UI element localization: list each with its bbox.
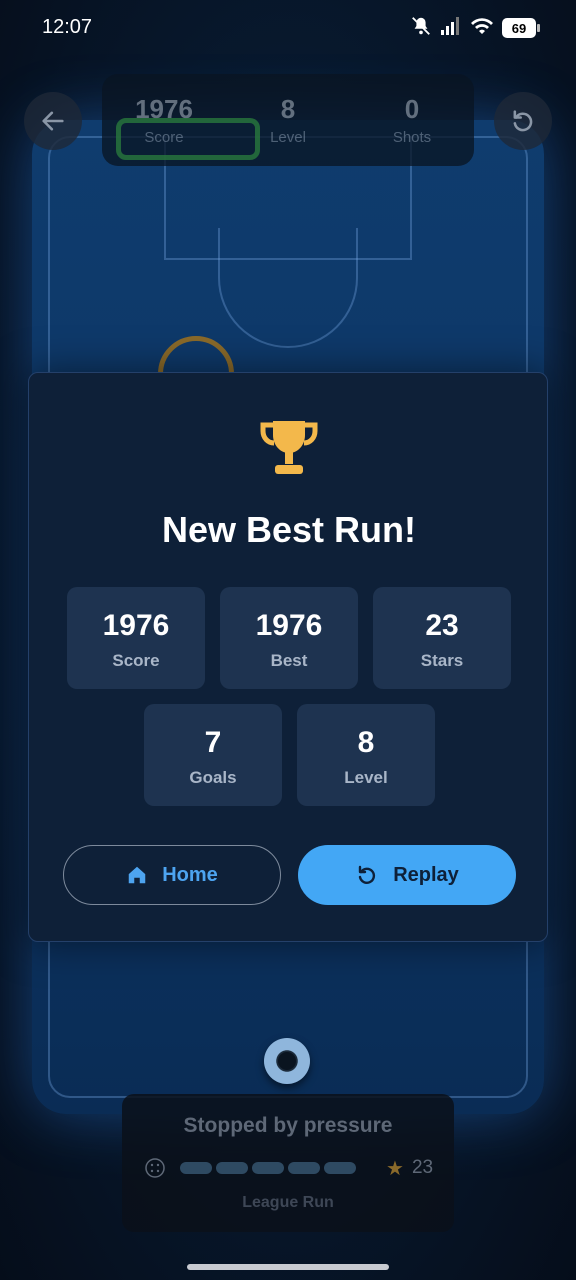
restart-icon bbox=[513, 110, 533, 132]
signal-icon bbox=[440, 16, 462, 41]
status-bar: 12:07 69 bbox=[0, 0, 576, 56]
stat-card-level: 8 Level bbox=[297, 704, 435, 806]
stat-card-best: 1976 Best bbox=[220, 587, 358, 689]
progress-pill bbox=[216, 1162, 248, 1174]
run-mode-label: League Run bbox=[242, 1194, 334, 1211]
home-indicator[interactable] bbox=[187, 1264, 389, 1270]
replay-icon bbox=[359, 865, 376, 884]
stat-label: Goals bbox=[189, 768, 237, 787]
replay-button[interactable]: Replay bbox=[298, 845, 516, 905]
run-status-title: Stopped by pressure bbox=[183, 1114, 393, 1137]
progress-pill bbox=[324, 1162, 356, 1174]
stat-label: Best bbox=[270, 651, 308, 670]
replay-button-label: Replay bbox=[393, 863, 459, 886]
status-time: 12:07 bbox=[42, 16, 93, 38]
stat-value: 1976 bbox=[102, 609, 170, 642]
stat-value: 8 bbox=[357, 726, 375, 759]
star-count: 23 bbox=[411, 1157, 434, 1178]
stat-card-stars: 23 Stars bbox=[373, 587, 511, 689]
wifi-icon bbox=[470, 16, 494, 41]
home-button[interactable]: Home bbox=[63, 845, 281, 905]
stat-label: Stars bbox=[420, 651, 464, 670]
grid-dots-icon bbox=[145, 1158, 165, 1178]
battery-icon: 69 bbox=[502, 18, 540, 38]
stat-value: 7 bbox=[204, 726, 222, 759]
progress-pill bbox=[288, 1162, 320, 1174]
silent-icon bbox=[410, 15, 432, 42]
stat-label: Score bbox=[112, 651, 160, 670]
stat-card-score: 1976 Score bbox=[67, 587, 205, 689]
stat-value: 1976 bbox=[255, 609, 323, 642]
arrow-left-icon bbox=[42, 111, 64, 131]
star-icon: ★ bbox=[386, 1157, 404, 1180]
goal-frame bbox=[116, 118, 260, 160]
top-stat-value: 0 bbox=[404, 94, 420, 124]
stat-card-goals: 7 Goals bbox=[144, 704, 282, 806]
run-progress-row: ★ 23 bbox=[144, 1156, 436, 1180]
back-button[interactable] bbox=[24, 92, 82, 150]
progress-pill bbox=[252, 1162, 284, 1174]
trophy-icon bbox=[260, 421, 318, 474]
stat-value: 23 bbox=[425, 609, 459, 642]
home-icon bbox=[128, 866, 146, 884]
ball-icon bbox=[264, 1038, 310, 1084]
stat-label: Level bbox=[344, 768, 388, 787]
top-stat-label: Shots bbox=[392, 129, 432, 146]
progress-pill bbox=[180, 1162, 212, 1174]
restart-button[interactable] bbox=[494, 92, 552, 150]
result-modal: New Best Run! 1976 Score 1976 Best 23 St… bbox=[28, 372, 548, 942]
top-stat-shots: 0 Shots bbox=[350, 74, 474, 166]
run-status-panel: Stopped by pressure ★ 23 League Run bbox=[122, 1094, 454, 1232]
modal-title: New Best Run! bbox=[161, 509, 417, 550]
status-icons: 69 bbox=[410, 15, 540, 42]
home-button-label: Home bbox=[162, 863, 218, 886]
